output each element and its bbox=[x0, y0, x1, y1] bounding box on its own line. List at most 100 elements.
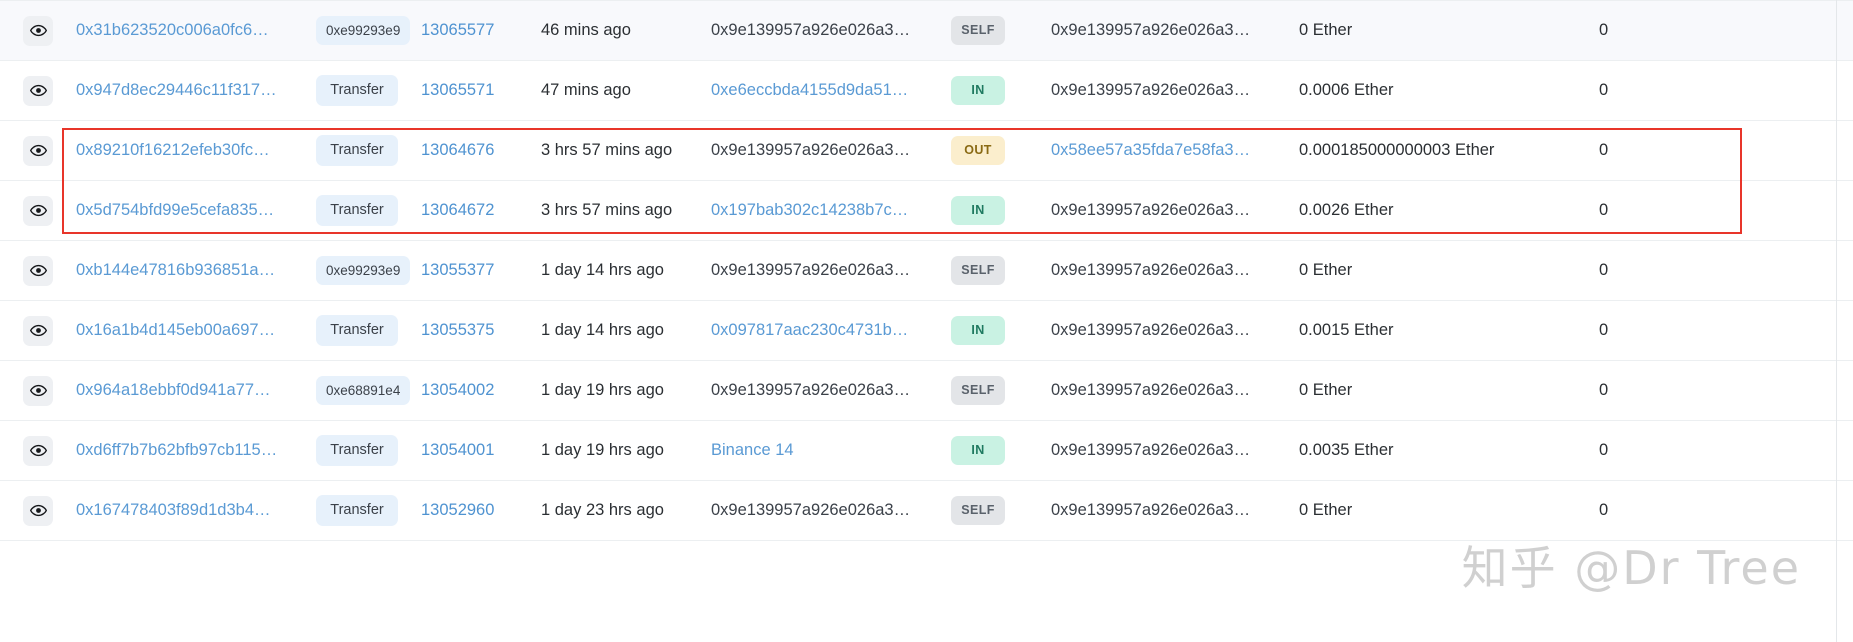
txn-hash-link[interactable]: 0x31b623520c006a0fc6… bbox=[76, 21, 269, 39]
table-row[interactable]: 0x5d754bfd99e5cefa835… Transfer 13064672 3 … bbox=[0, 180, 1853, 241]
eye-icon[interactable] bbox=[23, 435, 53, 466]
from-cell: 0xe6eccbda4155d9da51… bbox=[711, 61, 951, 121]
view-cell bbox=[0, 61, 76, 121]
direction-badge: IN bbox=[951, 76, 1005, 105]
to-address: 0x9e139957a926e026a3… bbox=[1051, 201, 1251, 219]
method-cell: Transfer bbox=[316, 61, 421, 121]
direction-badge: IN bbox=[951, 316, 1005, 345]
to-cell: 0x9e139957a926e026a3… bbox=[1051, 61, 1299, 121]
table-row[interactable]: 0x16a1b4d145eb00a697… Transfer 13055375 1 d… bbox=[0, 300, 1853, 361]
age-cell: 1 day 19 hrs ago bbox=[541, 441, 664, 459]
txn-hash-link[interactable]: 0x5d754bfd99e5cefa835… bbox=[76, 201, 274, 219]
direction-cell: OUT bbox=[951, 121, 1051, 181]
method-pill[interactable]: Transfer bbox=[316, 435, 398, 466]
method-cell: Transfer bbox=[316, 301, 421, 361]
direction-cell: IN bbox=[951, 61, 1051, 121]
txn-hash-cell: 0x89210f16212efeb30fc… bbox=[76, 121, 316, 181]
from-address[interactable]: 0xe6eccbda4155d9da51… bbox=[711, 81, 908, 99]
eye-icon[interactable] bbox=[23, 195, 53, 226]
table-right-divider bbox=[1836, 0, 1837, 642]
direction-cell: IN bbox=[951, 181, 1051, 241]
method-cell: 0xe99293e9 bbox=[316, 1, 421, 61]
eye-icon[interactable] bbox=[23, 255, 53, 286]
method-cell: 0xe99293e9 bbox=[316, 241, 421, 301]
method-pill[interactable]: 0xe68891e4 bbox=[316, 375, 411, 406]
txn-hash-cell: 0x167478403f89d1d3b4… bbox=[76, 481, 316, 541]
table-row[interactable]: 0x167478403f89d1d3b4… Transfer 13052960 1 d… bbox=[0, 480, 1853, 541]
from-address: 0x9e139957a926e026a3… bbox=[711, 21, 911, 39]
block-link[interactable]: 13055375 bbox=[421, 321, 494, 339]
from-address[interactable]: 0x197bab302c14238b7c… bbox=[711, 201, 908, 219]
method-pill[interactable]: Transfer bbox=[316, 495, 398, 526]
value-cell: 0.0006 Ether bbox=[1299, 81, 1394, 99]
method-cell: Transfer bbox=[316, 121, 421, 181]
txn-hash-link[interactable]: 0x16a1b4d145eb00a697… bbox=[76, 321, 275, 339]
table-row[interactable]: 0xb144e47816b936851a… 0xe99293e9 13055377 1… bbox=[0, 240, 1853, 301]
method-cell: 0xe68891e4 bbox=[316, 361, 421, 421]
block-link[interactable]: 13064672 bbox=[421, 201, 494, 219]
txn-hash-link[interactable]: 0x964a18ebbf0d941a77… bbox=[76, 381, 271, 399]
view-cell bbox=[0, 481, 76, 541]
txn-hash-cell: 0x16a1b4d145eb00a697… bbox=[76, 301, 316, 361]
from-address[interactable]: 0x097817aac230c4731b… bbox=[711, 321, 908, 339]
txn-hash-cell: 0xb144e47816b936851a… bbox=[76, 241, 316, 301]
from-address[interactable]: Binance 14 bbox=[711, 441, 794, 459]
block-link[interactable]: 13055377 bbox=[421, 261, 494, 279]
to-cell: 0x9e139957a926e026a3… bbox=[1051, 421, 1299, 481]
txn-hash-link[interactable]: 0x947d8ec29446c11f317… bbox=[76, 81, 277, 99]
block-cell: 13065571 bbox=[421, 61, 541, 121]
method-pill[interactable]: 0xe99293e9 bbox=[316, 15, 411, 46]
block-link[interactable]: 13052960 bbox=[421, 501, 494, 519]
table-row[interactable]: 0x964a18ebbf0d941a77… 0xe68891e4 13054002 1… bbox=[0, 360, 1853, 421]
value-cell: 0.0015 Ether bbox=[1299, 321, 1394, 339]
method-pill[interactable]: 0xe99293e9 bbox=[316, 255, 411, 286]
eye-icon[interactable] bbox=[23, 375, 53, 406]
transactions-body: 0x31b623520c006a0fc6… 0xe99293e9 13065577 4… bbox=[0, 0, 1853, 541]
txn-fee-cell: 0 bbox=[1599, 141, 1609, 159]
to-address: 0x9e139957a926e026a3… bbox=[1051, 81, 1251, 99]
value-cell: 0.0035 Ether bbox=[1299, 441, 1394, 459]
from-cell: Binance 14 bbox=[711, 421, 951, 481]
method-pill[interactable]: Transfer bbox=[316, 315, 398, 346]
table-row[interactable]: 0x947d8ec29446c11f317… Transfer 13065571 47… bbox=[0, 60, 1853, 121]
eye-icon[interactable] bbox=[23, 495, 53, 526]
to-cell: 0x9e139957a926e026a3… bbox=[1051, 181, 1299, 241]
eye-icon[interactable] bbox=[23, 75, 53, 106]
direction-cell: SELF bbox=[951, 481, 1051, 541]
block-link[interactable]: 13064676 bbox=[421, 141, 494, 159]
age-cell: 1 day 23 hrs ago bbox=[541, 501, 664, 519]
block-link[interactable]: 13054001 bbox=[421, 441, 494, 459]
direction-badge: IN bbox=[951, 196, 1005, 225]
to-cell: 0x9e139957a926e026a3… bbox=[1051, 1, 1299, 61]
txn-hash-link[interactable]: 0x89210f16212efeb30fc… bbox=[76, 141, 270, 159]
txn-hash-link[interactable]: 0x167478403f89d1d3b4… bbox=[76, 501, 271, 519]
txn-hash-cell: 0x947d8ec29446c11f317… bbox=[76, 61, 316, 121]
to-address[interactable]: 0x58ee57a35fda7e58fa3… bbox=[1051, 141, 1250, 159]
txn-hash-link[interactable]: 0xb144e47816b936851a… bbox=[76, 261, 275, 279]
txn-fee-cell: 0 bbox=[1599, 81, 1609, 99]
block-link[interactable]: 13065577 bbox=[421, 21, 494, 39]
block-link[interactable]: 13054002 bbox=[421, 381, 494, 399]
to-cell: 0x9e139957a926e026a3… bbox=[1051, 241, 1299, 301]
table-row[interactable]: 0xd6ff7b7b62bfb97cb115… Transfer 13054001 1… bbox=[0, 420, 1853, 481]
direction-cell: SELF bbox=[951, 1, 1051, 61]
eye-icon[interactable] bbox=[23, 15, 53, 46]
table-row[interactable]: 0x89210f16212efeb30fc… Transfer 13064676 3 … bbox=[0, 120, 1853, 181]
value-cell: 0 Ether bbox=[1299, 501, 1353, 519]
to-address: 0x9e139957a926e026a3… bbox=[1051, 261, 1251, 279]
to-address: 0x9e139957a926e026a3… bbox=[1051, 21, 1251, 39]
from-cell: 0x197bab302c14238b7c… bbox=[711, 181, 951, 241]
eye-icon[interactable] bbox=[23, 135, 53, 166]
method-pill[interactable]: Transfer bbox=[316, 195, 398, 226]
block-cell: 13064672 bbox=[421, 181, 541, 241]
age-cell: 3 hrs 57 mins ago bbox=[541, 201, 673, 219]
eye-icon[interactable] bbox=[23, 315, 53, 346]
direction-badge: SELF bbox=[951, 496, 1005, 525]
table-row[interactable]: 0x31b623520c006a0fc6… 0xe99293e9 13065577 4… bbox=[0, 0, 1853, 61]
to-cell: 0x9e139957a926e026a3… bbox=[1051, 481, 1299, 541]
method-pill[interactable]: Transfer bbox=[316, 75, 398, 106]
to-address: 0x9e139957a926e026a3… bbox=[1051, 321, 1251, 339]
method-pill[interactable]: Transfer bbox=[316, 135, 398, 166]
txn-hash-link[interactable]: 0xd6ff7b7b62bfb97cb115… bbox=[76, 441, 277, 459]
block-link[interactable]: 13065571 bbox=[421, 81, 494, 99]
